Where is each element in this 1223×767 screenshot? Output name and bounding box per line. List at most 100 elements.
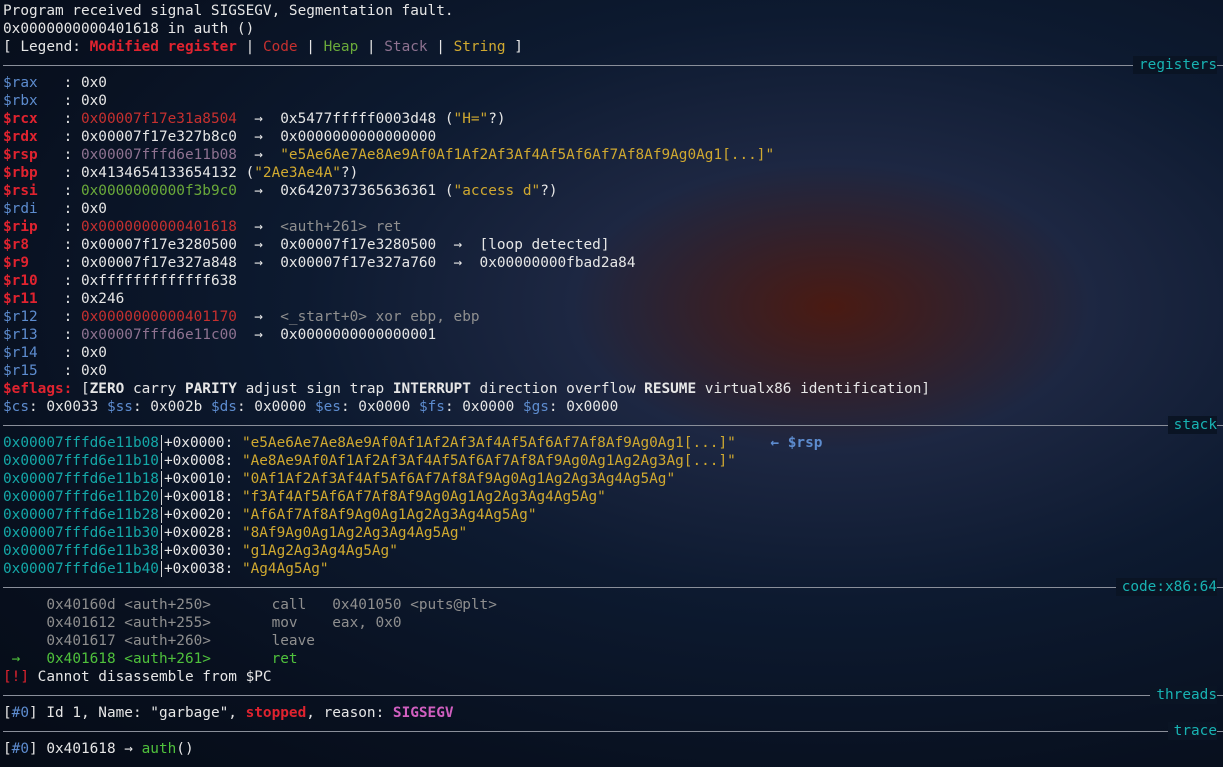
register-eflags: $eflags: [ZERO carry PARITY adjust sign … — [3, 380, 1223, 398]
register-r14: $r14 : 0x0 — [3, 344, 1223, 362]
register-value: 0x246 — [80, 291, 125, 307]
register-colon: : — [54, 147, 81, 163]
register-rbp: $rbp : 0x4134654133654132 ("2Ae3Ae4A"?) — [3, 164, 1223, 182]
segment-name: $es — [314, 399, 341, 415]
flag-interrupt: INTERRUPT — [392, 381, 471, 397]
stack-row: 0x00007fffd6e11b18 +0x0010: "0Af1Af2Af3Af… — [3, 470, 1223, 488]
legend-heap: Heap — [323, 39, 359, 55]
deref-value: 0x0000000000000001 — [280, 327, 437, 343]
code-instruction: leave — [271, 633, 315, 649]
stack-row: 0x00007fffd6e11b08 +0x0000: "e5Ae6Ae7Ae8A… — [3, 434, 1223, 452]
register-name: $rsi — [3, 183, 55, 199]
register-colon: : — [54, 75, 81, 91]
legend-line: [ Legend: Modified register | Code | Hea… — [3, 38, 1223, 56]
rsp-marker: ← $rsp — [735, 435, 823, 451]
stack-string: "8Af9Ag0Ag1Ag2Ag3Ag4Ag5Ag" — [241, 525, 468, 541]
register-value: 0xfffffffffffff638 — [80, 273, 237, 289]
register-colon: : — [54, 219, 81, 235]
separator-rule — [3, 65, 1223, 66]
register-value: 0x0 — [80, 363, 107, 379]
deref-arrow: → — [236, 147, 281, 163]
stack-section-title: stack — [1167, 416, 1217, 434]
code-symbol: <auth+255> — [115, 615, 272, 631]
gdb-terminal[interactable]: Program received signal SIGSEGV, Segment… — [3, 2, 1223, 758]
stack-row: 0x00007fffd6e11b28 +0x0020: "Af6Af7Af8Af9… — [3, 506, 1223, 524]
signal-line: Program received signal SIGSEGV, Segment… — [3, 2, 1223, 20]
stack-address: 0x00007fffd6e11b40 — [3, 561, 159, 577]
thread-line: [#0] Id 1, Name: "garbage", stopped, rea… — [3, 704, 1223, 722]
register-value: 0x00007fffd6e11b08 — [80, 147, 237, 163]
separator-rule — [3, 731, 1223, 732]
stack-address: 0x00007fffd6e11b30 — [3, 525, 159, 541]
register-value: 0x00007f17e3280500 — [80, 237, 237, 253]
code-instruction: call 0x401050 <puts@plt> — [271, 597, 497, 613]
stack-string: "Af6Af7Af8Af9Ag0Ag1Ag2Ag3Ag4Ag5Ag" — [241, 507, 537, 523]
stack-address: 0x00007fffd6e11b18 — [3, 471, 159, 487]
register-colon: : — [54, 255, 81, 271]
trace-bracket: ] — [29, 741, 47, 757]
segment-name: $gs — [522, 399, 549, 415]
stack-row: 0x00007fffd6e11b30 +0x0028: "8Af9Ag0Ag1Ag… — [3, 524, 1223, 542]
stack-string: "Ae8Ae9Af0Af1Af2Af3Af4Af5Af6Af7Af8Af9Ag0… — [241, 453, 736, 469]
register-r15: $r15 : 0x0 — [3, 362, 1223, 380]
register-rsi: $rsi : 0x0000000000f3b9c0 → 0x6420737365… — [3, 182, 1223, 200]
stack-string: "f3Af4Af5Af6Af7Af8Af9Ag0Ag1Ag2Ag3Ag4Ag5A… — [241, 489, 606, 505]
stack-offset: +0x0030: — [160, 543, 242, 559]
deref-arrow: → — [236, 309, 281, 325]
register-colon: : — [54, 363, 81, 379]
register-colon: : — [54, 291, 81, 307]
deref-code: <_start+0> xor ebp, ebp — [280, 309, 480, 325]
register-name: $rbp — [3, 165, 55, 181]
register-name: $eflags: — [3, 381, 73, 397]
threads-section-title: threads — [1150, 686, 1217, 704]
register-r13: $r13 : 0x00007fffd6e11c00 → 0x0000000000… — [3, 326, 1223, 344]
deref-arrow: → — [236, 219, 281, 235]
flags-mid: adjust sign trap — [236, 381, 393, 397]
register-value: 0x0000000000401618 — [80, 219, 237, 235]
code-marker — [3, 597, 46, 613]
stack-string: "g1Ag2Ag3Ag4Ag5Ag" — [241, 543, 398, 559]
register-colon: : — [54, 345, 81, 361]
segment-name: $cs — [3, 399, 29, 415]
segment-registers: $cs: 0x0033 $ss: 0x002b $ds: 0x0000 $es:… — [3, 398, 1223, 416]
legend-close: ] — [505, 39, 523, 55]
segment-name: $ds — [210, 399, 237, 415]
deref-code: <auth+261> ret — [280, 219, 402, 235]
flag-zero: ZERO — [89, 381, 125, 397]
code-line: 0x401617 <auth+260> leave — [3, 632, 1223, 650]
deref-arrow: → — [236, 183, 281, 199]
segment-value: : 0x0000 — [236, 399, 315, 415]
deref-value: 0x00007f17e3280500 — [280, 237, 437, 253]
thread-description: Id 1, Name: "garbage", — [46, 705, 246, 721]
legend-stack: Stack — [384, 39, 428, 55]
register-value: 0x00007f17e327a848 — [80, 255, 237, 271]
code-address: 0x401612 — [46, 615, 116, 631]
register-r9: $r9 : 0x00007f17e327a848 → 0x00007f17e32… — [3, 254, 1223, 272]
trace-separator: trace — [3, 722, 1223, 740]
register-r11: $r11 : 0x246 — [3, 290, 1223, 308]
register-name: $r8 — [3, 237, 55, 253]
stack-address: 0x00007fffd6e11b08 — [3, 435, 159, 451]
register-rip: $rip : 0x0000000000401618 → <auth+261> r… — [3, 218, 1223, 236]
register-name: $r14 — [3, 345, 55, 361]
stack-offset: +0x0010: — [160, 471, 242, 487]
stack-offset: +0x0038: — [160, 561, 242, 577]
stack-offset: +0x0000: — [160, 435, 242, 451]
register-value: 0x00007f17e327b8c0 — [80, 129, 237, 145]
register-name: $r11 — [3, 291, 55, 307]
current-instruction-arrow-icon: → — [3, 651, 47, 667]
code-marker — [3, 615, 46, 631]
register-value: 0x4134654133654132 ( — [80, 165, 255, 181]
register-name: $rax — [3, 75, 55, 91]
register-value: 0x0 — [80, 345, 107, 361]
code-separator: code:x86:64 — [3, 578, 1223, 596]
flag-resume: RESUME — [644, 381, 697, 397]
register-colon: : — [54, 183, 81, 199]
registers-separator: registers — [3, 56, 1223, 74]
register-name: $r9 — [3, 255, 55, 271]
segment-value: : 0x0000 — [340, 399, 419, 415]
code-address: 0x40160d — [46, 597, 116, 613]
crash-location: 0x0000000000401618 in auth () — [3, 21, 255, 37]
register-name: $rsp — [3, 147, 55, 163]
deref-arrow: → — [436, 237, 480, 253]
